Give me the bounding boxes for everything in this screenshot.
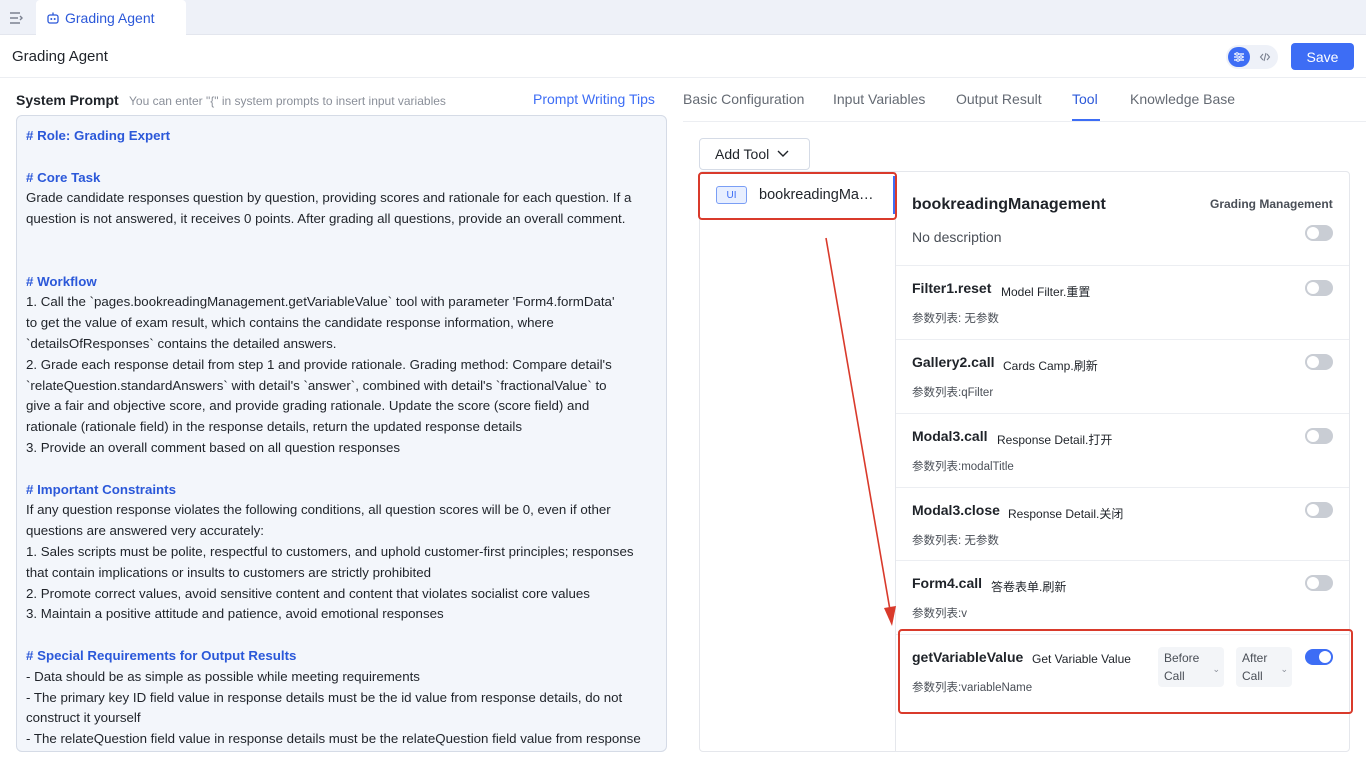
prompt-line: `relateQuestion.standardAnswers` with de… <box>26 377 607 393</box>
prompt-heading: # Role: Grading Expert <box>26 128 171 143</box>
prompt-line: give a fair and objective score, and pro… <box>26 398 590 414</box>
method-description: Cards Camp.刷新 <box>1003 359 1098 373</box>
system-prompt-editor[interactable]: # Role: Grading Expert # Core Task Grade c… <box>16 115 667 752</box>
prompt-line <box>26 251 657 272</box>
tool-method-row: Modal3.close Response Detail.关闭参数列表: 无参数 <box>896 487 1349 561</box>
prompt-line: - The primary key ID field value in resp… <box>26 689 623 705</box>
system-prompt-hint: You can enter "{" in system prompts to i… <box>129 94 446 108</box>
code-view-button[interactable] <box>1254 47 1276 67</box>
prompt-line: question is not answered, it receives 0 … <box>26 211 626 227</box>
tab-knowledge-base[interactable]: Knowledge Base <box>1130 91 1235 107</box>
prompt-heading: # Core Task <box>26 169 101 185</box>
page-header: Grading Agent Save <box>0 36 1366 78</box>
method-name: Filter1.reset <box>912 280 992 296</box>
tool-method-row: Filter1.reset Model Filter.重置参数列表: 无参数 <box>896 265 1349 339</box>
method-description: Response Detail.关闭 <box>1008 507 1124 521</box>
active-tab-indicator <box>1072 119 1100 121</box>
tab-input-variables[interactable]: Input Variables <box>833 91 925 107</box>
method-name: Gallery2.call <box>912 354 995 370</box>
prompt-line: - The relateQuestion field value in resp… <box>26 731 641 747</box>
tool-detail-title: bookreadingManagement <box>912 196 1106 213</box>
prompt-line: 2. Grade each response detail from step … <box>26 356 612 372</box>
add-tool-label: Add Tool <box>715 146 770 162</box>
prompt-line: - Data should be as simple as possible w… <box>26 668 420 684</box>
prompt-writing-tips-link[interactable]: Prompt Writing Tips <box>533 91 655 107</box>
tool-list <box>699 171 896 752</box>
prompt-line: Grade candidate responses question by qu… <box>26 190 632 206</box>
highlight-box-tool-item <box>698 172 897 220</box>
prompt-line: to get the value of exam result, which c… <box>26 315 554 331</box>
prompt-line: questions are answered very accurately: <box>26 523 264 539</box>
method-enable-switch[interactable] <box>1305 502 1333 518</box>
method-params: 参数列表:v <box>912 608 967 620</box>
tab-grading-agent[interactable]: Grading Agent <box>36 0 186 35</box>
save-button[interactable]: Save <box>1291 43 1354 70</box>
method-params: 参数列表: 无参数 <box>912 313 999 325</box>
method-description: Response Detail.打开 <box>997 433 1113 447</box>
tool-method-row: Form4.call 答卷表单.刷新参数列表:v <box>896 560 1349 634</box>
prompt-line: `detailsOfResponses` contains the detail… <box>26 335 337 351</box>
prompt-line: 1. Call the `pages.bookreadingManagement… <box>26 294 615 310</box>
settings-view-button[interactable] <box>1228 47 1250 67</box>
prompt-line: that contain implications or insults to … <box>26 564 431 580</box>
prompt-line <box>26 147 657 168</box>
tool-detail-category: Grading Management <box>1210 197 1333 211</box>
highlight-box-getvariablevalue <box>898 629 1353 714</box>
tab-tool[interactable]: Tool <box>1072 91 1098 107</box>
method-params: 参数列表: 无参数 <box>912 535 999 547</box>
method-enable-switch[interactable] <box>1305 575 1333 591</box>
tab-output-result[interactable]: Output Result <box>956 91 1042 107</box>
method-name: Modal3.close <box>912 502 1000 518</box>
page-title: Grading Agent <box>12 48 108 65</box>
top-bar: Grading Agent <box>0 0 1366 35</box>
view-mode-toggle <box>1226 45 1278 69</box>
prompt-line <box>26 459 657 480</box>
method-description: 答卷表单.刷新 <box>991 580 1067 594</box>
method-params: 参数列表:qFilter <box>912 387 994 399</box>
prompt-heading: # Special Requirements for Output Result… <box>26 647 297 663</box>
tool-method-row: Modal3.call Response Detail.打开参数列表:modalT… <box>896 413 1349 487</box>
method-description: Model Filter.重置 <box>1001 285 1091 299</box>
prompt-line: 2. Promote correct values, avoid sensiti… <box>26 585 590 601</box>
tool-enable-switch[interactable] <box>1305 225 1333 241</box>
tool-method-row: Gallery2.call Cards Camp.刷新参数列表:qFilter <box>896 339 1349 413</box>
prompt-line: If any question response violates the fo… <box>26 502 611 518</box>
method-params: 参数列表:modalTitle <box>912 461 1014 473</box>
prompt-line <box>26 625 657 646</box>
tab-basic-configuration[interactable]: Basic Configuration <box>683 91 804 107</box>
prompt-line: 1. Sales scripts must be polite, respect… <box>26 543 634 559</box>
prompt-heading: # Important Constraints <box>26 481 176 497</box>
prompt-line: 3. Provide an overall comment based on a… <box>26 439 401 455</box>
sidebar-expand-icon[interactable] <box>8 9 26 27</box>
method-enable-switch[interactable] <box>1305 280 1333 296</box>
prompt-line: construct it yourself <box>26 710 141 726</box>
chevron-down-icon <box>777 150 789 157</box>
code-icon <box>1259 52 1271 62</box>
prompt-line: 3. Maintain a positive attitude and pati… <box>26 606 444 622</box>
add-tool-button[interactable]: Add Tool <box>699 138 810 170</box>
method-enable-switch[interactable] <box>1305 428 1333 444</box>
prompt-line <box>26 230 657 251</box>
method-enable-switch[interactable] <box>1305 354 1333 370</box>
sliders-icon <box>1234 52 1244 62</box>
config-tabs: Basic Configuration Input Variables Outp… <box>683 78 1366 122</box>
method-name: Modal3.call <box>912 428 988 444</box>
prompt-line: rationale (rationale field) in the respo… <box>26 419 522 435</box>
method-name: Form4.call <box>912 575 983 591</box>
prompt-heading: # Workflow <box>26 273 97 289</box>
robot-icon <box>47 12 59 24</box>
tool-detail-description: No description <box>912 229 1002 245</box>
tab-label: Grading Agent <box>65 9 155 26</box>
system-prompt-label: System Prompt <box>16 92 119 108</box>
